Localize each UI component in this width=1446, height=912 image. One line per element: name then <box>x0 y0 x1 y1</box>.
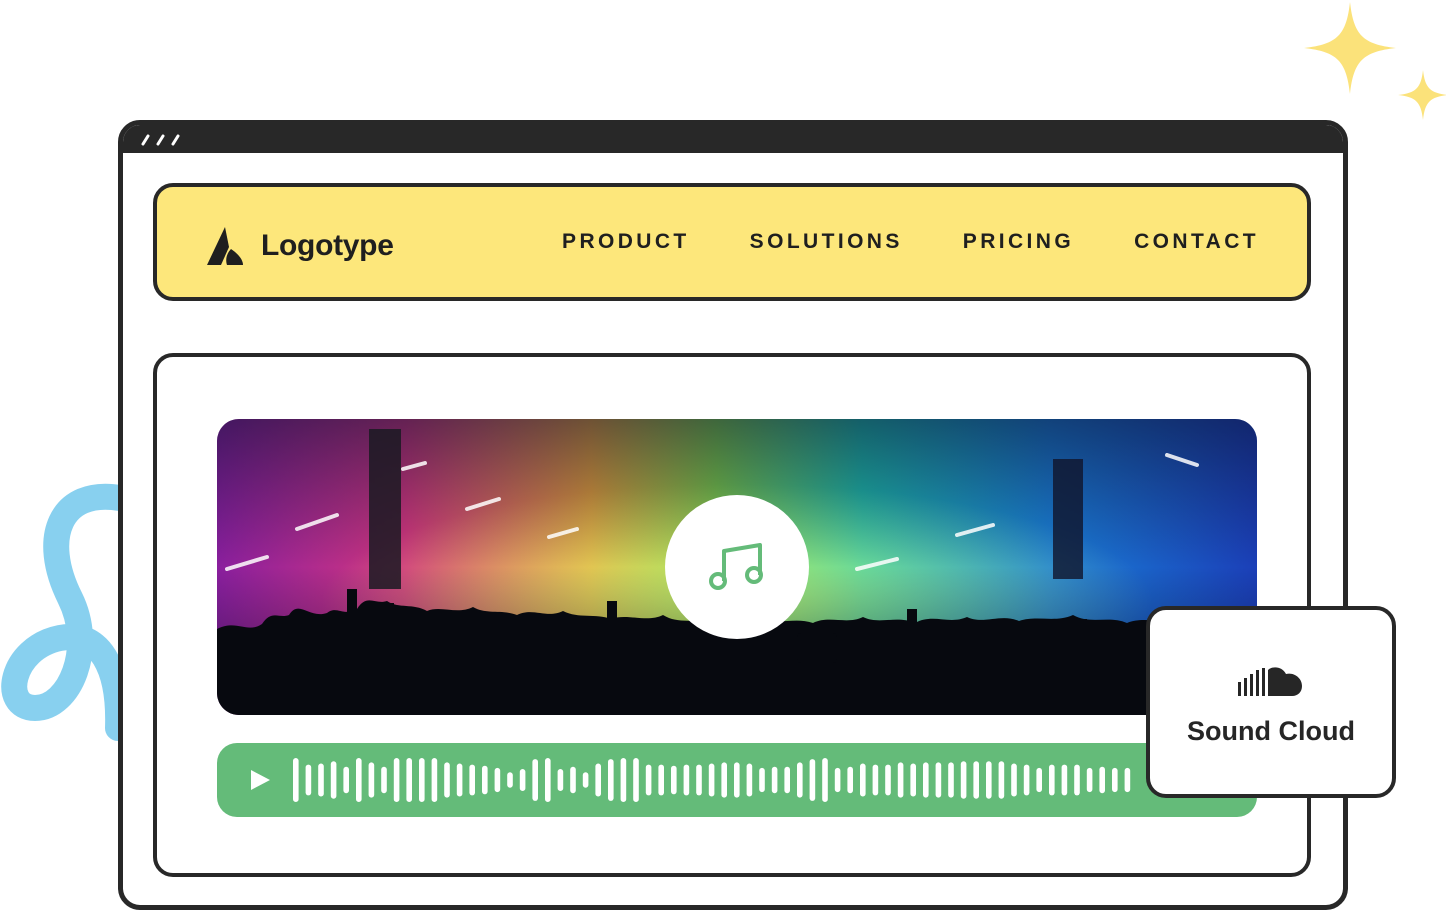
waveform-bar <box>822 758 828 802</box>
window-controls-icon <box>141 134 180 146</box>
waveform-bar <box>1099 766 1105 794</box>
nav-item-contact[interactable]: CONTACT <box>1134 230 1259 254</box>
waveform-bar <box>406 758 412 802</box>
waveform-bar <box>482 765 488 795</box>
site-navbar: Logotype PRODUCT SOLUTIONS PRICING CONTA… <box>153 183 1311 301</box>
waveform-bar <box>545 758 551 802</box>
window-titlebar <box>123 125 1343 153</box>
sparkle-icon <box>1398 70 1446 120</box>
waveform-bar <box>595 763 601 797</box>
waveform-bar <box>519 769 526 791</box>
waveform-bar <box>381 766 387 794</box>
waveform-bar <box>645 764 652 796</box>
waveform-bar <box>368 762 375 798</box>
waveform-bar <box>494 767 501 793</box>
waveform-bar <box>998 761 1005 799</box>
waveform-bar <box>330 761 337 799</box>
waveform-bar <box>696 764 702 796</box>
waveform-bar <box>708 763 715 797</box>
waveform-bar <box>419 758 425 802</box>
waveform-bar <box>1112 767 1118 793</box>
waveform-bar <box>1036 767 1042 793</box>
waveform-bar <box>671 765 677 795</box>
waveform-bar <box>356 758 362 802</box>
waveform-bar <box>784 766 790 794</box>
media-card <box>153 353 1311 877</box>
waveform-bar <box>797 762 803 798</box>
waveform-bar <box>1086 767 1093 793</box>
waveform-bar <box>620 758 627 802</box>
soundcloud-badge[interactable]: Sound Cloud <box>1146 606 1396 798</box>
logo-text: Logotype <box>261 229 394 262</box>
waveform-bar <box>456 763 463 797</box>
waveform[interactable] <box>293 757 1193 803</box>
soundcloud-icon <box>1238 667 1302 696</box>
waveform-bar <box>293 758 299 802</box>
soundcloud-label: Sound Cloud <box>1187 716 1355 746</box>
waveform-bar <box>582 772 589 788</box>
audio-player <box>217 743 1257 817</box>
waveform-bar <box>885 764 891 796</box>
waveform-bar <box>1023 764 1030 796</box>
waveform-bar <box>1124 767 1131 793</box>
waveform-bar <box>431 758 438 802</box>
waveform-bar <box>469 764 475 796</box>
waveform-bar <box>305 764 312 796</box>
waveform-bar <box>1074 764 1080 796</box>
waveform-bar <box>683 764 690 796</box>
waveform-bar <box>910 763 916 797</box>
concert-image <box>217 419 1257 715</box>
waveform-bar <box>734 762 740 798</box>
waveform-bar <box>608 759 614 801</box>
music-note-button[interactable] <box>665 495 809 639</box>
waveform-bar <box>986 761 992 799</box>
waveform-bar <box>834 767 841 793</box>
waveform-bar <box>318 763 324 797</box>
waveform-bar <box>532 759 538 801</box>
waveform-bar <box>973 761 979 799</box>
logo-mark-icon <box>207 227 243 265</box>
squiggle-decoration <box>1 483 130 741</box>
main-nav: PRODUCT SOLUTIONS PRICING CONTACT <box>502 187 1259 297</box>
waveform-bar <box>948 762 954 798</box>
logo[interactable]: Logotype <box>205 225 394 267</box>
waveform-bar <box>1049 764 1055 796</box>
waveform-bar <box>570 766 576 794</box>
nav-item-pricing[interactable]: PRICING <box>963 230 1074 254</box>
waveform-bar <box>860 763 866 797</box>
waveform-bar <box>633 758 639 802</box>
nav-item-solutions[interactable]: SOLUTIONS <box>750 230 903 254</box>
waveform-bar <box>343 766 349 794</box>
nav-item-product[interactable]: PRODUCT <box>562 230 690 254</box>
sparkle-icon <box>1304 2 1396 94</box>
waveform-bar <box>658 764 664 796</box>
waveform-bar <box>507 772 513 788</box>
play-icon[interactable] <box>247 767 273 793</box>
waveform-bar <box>935 762 942 798</box>
waveform-bar <box>557 769 564 791</box>
waveform-bar <box>721 762 727 798</box>
waveform-bar <box>923 762 929 798</box>
waveform-bar <box>847 766 853 794</box>
waveform-bar <box>1011 763 1017 797</box>
waveform-bar <box>759 767 765 793</box>
waveform-bar <box>872 764 879 796</box>
waveform-bar <box>746 763 753 797</box>
music-note-icon <box>709 543 763 590</box>
waveform-bar <box>809 759 816 801</box>
waveform-bar <box>771 766 778 794</box>
waveform-bar <box>897 762 904 798</box>
waveform-bar <box>1061 764 1068 796</box>
waveform-bar <box>960 761 967 799</box>
waveform-bar <box>393 758 400 802</box>
waveform-bar <box>444 762 450 798</box>
